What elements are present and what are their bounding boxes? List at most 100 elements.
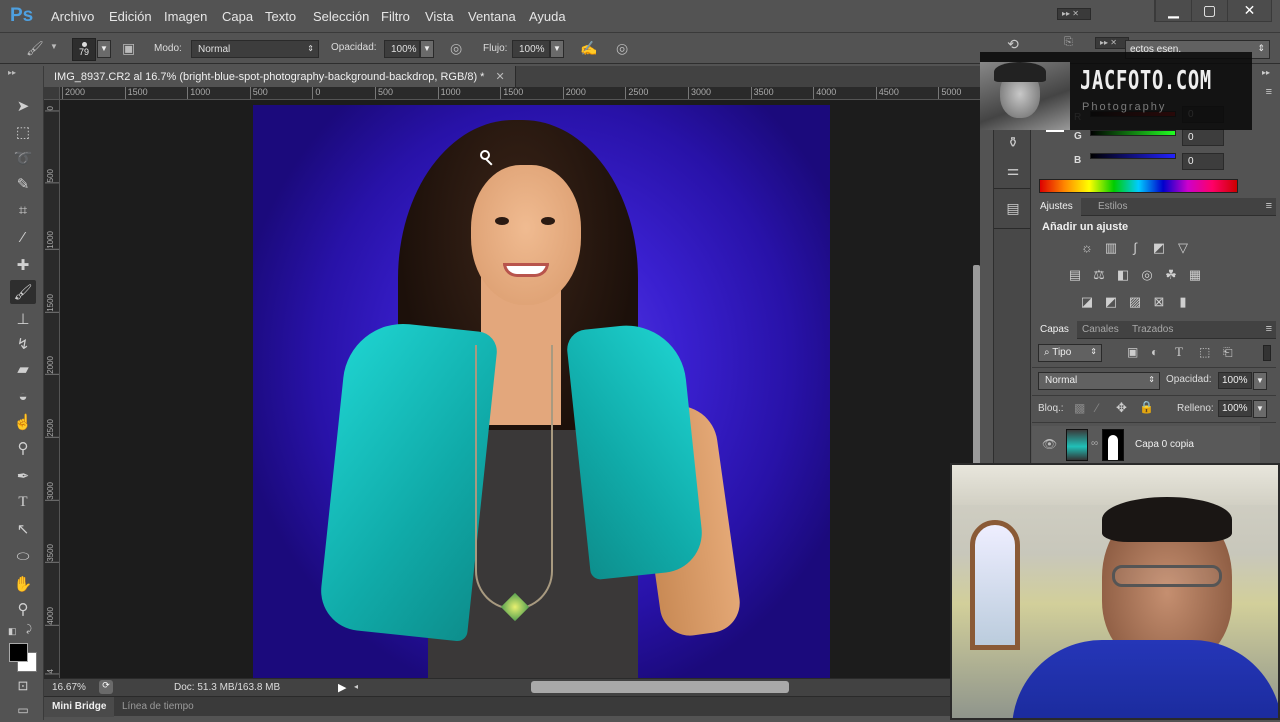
mask-link-icon[interactable]: ∞: [1091, 438, 1098, 449]
layer-opacity-dropdown[interactable]: ▼: [1253, 372, 1267, 390]
layer-opacity-input[interactable]: 100%: [1218, 372, 1252, 389]
menu-capa[interactable]: Capa: [222, 9, 253, 24]
maximize-button[interactable]: ▢: [1191, 0, 1227, 21]
minimize-button[interactable]: ▁: [1155, 0, 1191, 21]
menu-vista[interactable]: Vista: [425, 9, 454, 24]
path-selection-tool-icon[interactable]: ↖: [10, 517, 36, 541]
notes-icon[interactable]: ▤: [1002, 200, 1024, 222]
status-menu-arrow-icon[interactable]: ▶: [338, 681, 346, 694]
collapse-panels-icon[interactable]: ▸▸: [1262, 68, 1270, 77]
lock-position-icon[interactable]: ✥: [1116, 400, 1127, 416]
filter-type-icon[interactable]: T: [1175, 344, 1183, 360]
dodge-tool-icon[interactable]: ⚲: [10, 436, 36, 460]
document-canvas[interactable]: [60, 100, 980, 678]
exposure-icon[interactable]: ◩: [1151, 241, 1167, 255]
floating-panel-header[interactable]: ▸▸ ✕: [1057, 8, 1091, 20]
color-lookup-icon[interactable]: ▦: [1187, 268, 1203, 282]
black-white-icon[interactable]: ◧: [1115, 268, 1131, 282]
channel-g-slider[interactable]: [1090, 130, 1176, 136]
document-tab[interactable]: IMG_8937.CR2 al 16.7% (bright-blue-spot-…: [44, 66, 516, 87]
lasso-tool-icon[interactable]: ➰: [10, 146, 36, 170]
panel-menu-icon[interactable]: ≡: [1266, 200, 1272, 212]
brush-preset-icon[interactable]: 🖌: [26, 40, 44, 57]
channel-b-input[interactable]: 0: [1182, 153, 1224, 170]
curves-icon[interactable]: ∫: [1127, 241, 1143, 255]
crop-tool-icon[interactable]: ⌗: [10, 198, 36, 222]
mode-select[interactable]: Normal ⇕: [191, 40, 319, 58]
paint-bucket-tool-icon[interactable]: ◒: [10, 384, 36, 408]
chevron-down-icon[interactable]: ▼: [50, 42, 58, 51]
opacity-dropdown[interactable]: ▼: [420, 40, 434, 58]
horizontal-scrollbar[interactable]: [531, 681, 789, 693]
layer-name[interactable]: Capa 0 copia: [1135, 439, 1194, 450]
default-colors-icon[interactable]: ◧: [8, 626, 17, 637]
eyedropper-tool-icon[interactable]: ⁄: [10, 225, 36, 249]
posterize-icon[interactable]: ◩: [1103, 295, 1119, 309]
brush-size-dropdown[interactable]: ▼: [97, 40, 111, 58]
layer-row[interactable]: 👁 ∞ Capa 0 copia: [1032, 426, 1260, 464]
menu-ventana[interactable]: Ventana: [468, 9, 516, 24]
quick-selection-tool-icon[interactable]: ✎: [10, 172, 36, 196]
history-brush-tool-icon[interactable]: ↯: [10, 332, 36, 356]
marquee-tool-icon[interactable]: ⬚: [10, 120, 36, 144]
menu-archivo[interactable]: Archivo: [51, 9, 94, 24]
threshold-icon[interactable]: ▨: [1127, 295, 1143, 309]
levels-icon[interactable]: ▥: [1103, 241, 1119, 255]
channel-g-input[interactable]: 0: [1182, 129, 1224, 146]
type-tool-icon[interactable]: T: [10, 490, 36, 514]
menu-ayuda[interactable]: Ayuda: [529, 9, 566, 24]
fill-input[interactable]: 100%: [1218, 400, 1252, 417]
ellipse-tool-icon[interactable]: ⬭: [10, 544, 36, 568]
menu-texto[interactable]: Texto: [265, 9, 296, 24]
channel-mixer-icon[interactable]: ☘: [1163, 268, 1179, 282]
blend-mode-select[interactable]: Normal ⇕: [1038, 372, 1160, 390]
brush-tool-icon[interactable]: 🖌: [10, 280, 36, 304]
expand-panel-icon[interactable]: ▸▸: [8, 68, 16, 77]
status-info-icon[interactable]: ⟳: [99, 680, 113, 694]
zoom-tool-icon[interactable]: ⚲: [10, 597, 36, 621]
clone-stamp-tool-icon[interactable]: ⊥: [10, 307, 36, 331]
tab-ajustes[interactable]: Ajustes: [1032, 198, 1081, 216]
tab-canales[interactable]: Canales: [1074, 321, 1127, 339]
close-button[interactable]: ✕: [1227, 0, 1271, 21]
history-panel-icon[interactable]: ⎘: [1064, 36, 1073, 49]
pressure-opacity-icon[interactable]: ◎: [450, 40, 462, 57]
filter-adjustment-icon[interactable]: ◐: [1151, 345, 1158, 359]
color-balance-icon[interactable]: ⚖: [1091, 268, 1107, 282]
ruler-origin[interactable]: [44, 87, 60, 100]
tab-trazados[interactable]: Trazados: [1124, 321, 1181, 339]
lock-all-icon[interactable]: 🔒: [1139, 400, 1154, 414]
hand-tool-icon[interactable]: ✋: [10, 572, 36, 596]
foreground-color-swatch[interactable]: [9, 643, 28, 662]
zoom-level[interactable]: 16.67%: [52, 682, 86, 693]
move-tool-icon[interactable]: ➤: [10, 94, 36, 118]
lock-pixels-icon[interactable]: ⁄: [1096, 401, 1098, 415]
quick-mask-icon[interactable]: ⊡: [10, 674, 36, 698]
opacity-input[interactable]: 100%: [384, 40, 420, 58]
menu-imagen[interactable]: Imagen: [164, 9, 207, 24]
filter-toggle[interactable]: [1263, 345, 1271, 361]
eraser-tool-icon[interactable]: ▰: [10, 357, 36, 381]
fill-dropdown[interactable]: ▼: [1253, 400, 1267, 418]
invert-icon[interactable]: ◪: [1079, 295, 1095, 309]
photo-filter-icon[interactable]: ◎: [1139, 268, 1155, 282]
blur-tool-icon[interactable]: ☝: [10, 410, 36, 434]
floating-panel-header[interactable]: ▸▸ ✕: [1095, 37, 1129, 49]
menu-edicion[interactable]: Edición: [109, 9, 152, 24]
tab-mini-bridge[interactable]: Mini Bridge: [44, 697, 115, 717]
brush-size-picker[interactable]: 79: [72, 38, 96, 61]
panel-menu-icon[interactable]: ≡: [1266, 323, 1272, 335]
filter-shape-icon[interactable]: ⬚: [1199, 345, 1210, 359]
filter-smart-object-icon[interactable]: ⎗: [1223, 345, 1233, 360]
swap-colors-icon[interactable]: ⤸: [26, 624, 32, 635]
color-panel-menu-icon[interactable]: ≡: [1266, 86, 1272, 98]
close-tab-icon[interactable]: ✕: [496, 71, 505, 83]
airbrush-icon[interactable]: ✍: [580, 40, 597, 57]
color-spectrum-ramp[interactable]: [1039, 179, 1238, 193]
vibrance-icon[interactable]: ▽: [1175, 241, 1191, 255]
pressure-size-icon[interactable]: ◎: [616, 40, 628, 57]
healing-brush-tool-icon[interactable]: ✚: [10, 253, 36, 277]
tab-estilos[interactable]: Estilos: [1090, 198, 1135, 216]
brush-panel-icon[interactable]: ▣: [122, 40, 135, 57]
menu-filtro[interactable]: Filtro: [381, 9, 410, 24]
